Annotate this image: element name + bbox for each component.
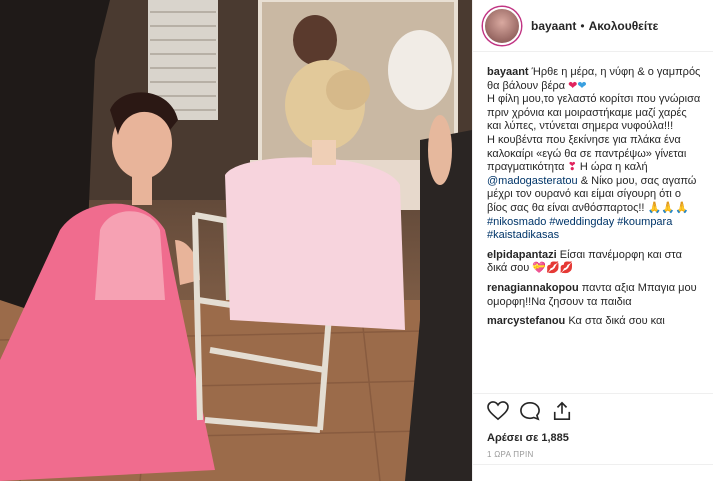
blue-heart-icon: ❤ <box>577 79 587 92</box>
comment-username[interactable]: renagiannakopou <box>487 282 579 294</box>
post-photo-illustration <box>0 0 472 481</box>
heart-icon[interactable] <box>487 400 509 426</box>
header-username[interactable]: bayaant <box>531 19 576 33</box>
hashtag-link[interactable]: #nikosmado <box>487 216 546 228</box>
share-icon[interactable] <box>551 401 573 426</box>
mention-link[interactable]: @madogasteratou <box>487 175 578 187</box>
comment-item: marcystefanou Κα στα δικά σου και <box>487 315 703 329</box>
comment-username[interactable]: marcystefanou <box>487 315 565 327</box>
caption-text-4: Η ώρα η καλή <box>579 161 648 174</box>
hashtag-link[interactable]: #weddingday <box>549 216 614 228</box>
likes-count[interactable]: Αρέσει σε 1,885 <box>487 432 702 444</box>
post-sidebar: bayaant • Ακολουθείτε bayaant Ήρθε η μέρ… <box>472 0 713 481</box>
caption-author[interactable]: bayaant <box>487 66 529 78</box>
add-comment-area[interactable] <box>473 464 713 481</box>
comment-icon[interactable] <box>519 401 541 426</box>
comment-item: elpidapantazi Είσαι πανέμορφη και στα δι… <box>487 249 703 276</box>
comment-text: Κα στα δικά σου και <box>568 315 665 328</box>
post-photo[interactable] <box>0 0 472 481</box>
action-icons <box>487 400 702 426</box>
post-timestamp: 1 ΩΡΑ ΠΡΙΝ <box>487 450 534 459</box>
comment-username[interactable]: elpidapantazi <box>487 249 557 261</box>
red-heart-icon: ❤ <box>568 79 578 92</box>
comments-list[interactable]: bayaant Ήρθε η μέρα, η νύφη & ο γαμπρός … <box>473 52 713 396</box>
comment-item: renagiannakopou παντα αξια Μπαγια μου ομ… <box>487 282 703 309</box>
heart-emoji-icon: ❣ <box>567 161 577 174</box>
header-separator: • <box>580 18 585 33</box>
caption: bayaant Ήρθε η μέρα, η νύφη & ο γαμπρός … <box>487 66 703 243</box>
caption-text-2: Η φίλη μου,το γελαστό κορίτσι που γνώρισ… <box>487 93 701 133</box>
post-header: bayaant • Ακολουθείτε <box>473 0 713 52</box>
praying-hands-icon: 🙏🙏🙏 <box>647 201 689 214</box>
hashtag-link[interactable]: #kaistadikasas <box>487 229 559 241</box>
post-actions: Αρέσει σε 1,885 1 ΩΡΑ ΠΡΙΝ <box>473 393 713 459</box>
heart-emoji-icon: 💝💋💋 <box>532 262 574 275</box>
avatar[interactable] <box>483 6 521 45</box>
following-button[interactable]: Ακολουθείτε <box>589 19 659 33</box>
hashtag-link[interactable]: #koumpara <box>617 216 672 228</box>
